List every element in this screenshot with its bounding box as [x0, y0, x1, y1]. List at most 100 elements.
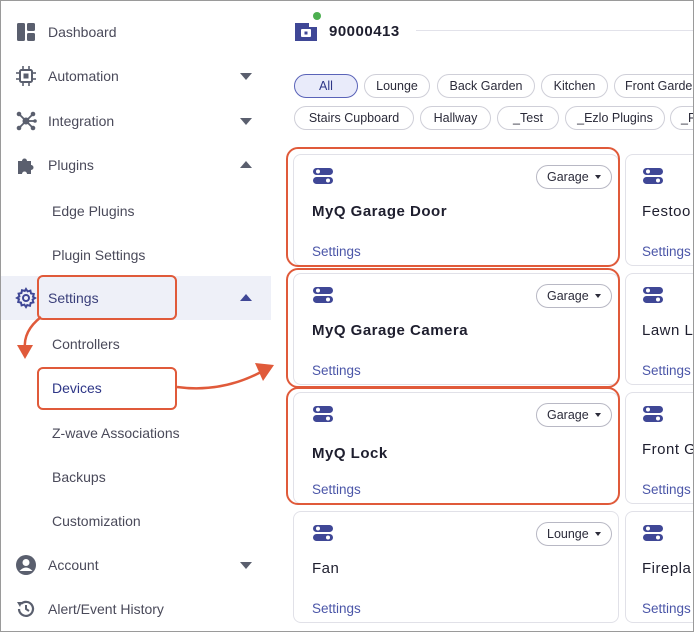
sidebar-item-label: Dashboard	[48, 24, 117, 40]
device-name: MyQ Garage Door	[312, 203, 448, 220]
switch-device-icon	[313, 287, 333, 303]
sidebar-item-label: Integration	[48, 113, 115, 129]
sidebar-item-automation[interactable]: Automation	[1, 54, 271, 98]
switch-device-icon	[643, 406, 663, 422]
device-card-myq-garage-camera[interactable]: Garage MyQ Garage Camera Settings	[293, 273, 619, 385]
chevron-down-icon[interactable]	[239, 560, 253, 570]
sidebar-item-label: Plugin Settings	[52, 247, 146, 263]
room-dropdown[interactable]: Garage	[536, 403, 612, 427]
sidebar-item-account[interactable]: Account	[1, 543, 271, 587]
sidebar-item-alert-event-history[interactable]: Alert/Event History	[1, 587, 271, 631]
sidebar-item-backups[interactable]: Backups	[1, 457, 271, 497]
filter-chip-ezlo-plugins[interactable]: _Ezlo Plugins	[565, 106, 665, 130]
room-label: Garage	[547, 170, 589, 184]
sidebar-item-customization[interactable]: Customization	[1, 501, 271, 541]
switch-device-icon	[643, 168, 663, 184]
sidebar-item-settings[interactable]: Settings	[1, 276, 271, 320]
sidebar-item-label: Plugins	[48, 157, 94, 173]
device-card-fan[interactable]: Lounge Fan Settings	[293, 511, 619, 623]
device-name: Fan	[312, 560, 340, 577]
room-label: Garage	[547, 408, 589, 422]
device-name: MyQ Garage Camera	[312, 322, 469, 339]
sidebar-item-label: Alert/Event History	[48, 601, 164, 617]
sidebar-item-label: Z-wave Associations	[52, 425, 180, 441]
room-label: Garage	[547, 289, 589, 303]
sidebar: Dashboard Automation Integration Plugins…	[1, 1, 273, 631]
filter-chip-back-garden[interactable]: Back Garden	[437, 74, 535, 98]
chevron-down-icon[interactable]	[239, 116, 253, 126]
filter-chip-hallway[interactable]: Hallway	[420, 106, 491, 130]
device-card-partial[interactable]: Lawn L Settings	[625, 273, 694, 385]
caret-down-icon	[594, 294, 601, 298]
chip-label: Front Garde	[625, 79, 693, 93]
integration-icon	[15, 110, 37, 132]
device-card-partial[interactable]: Festoo Settings	[625, 154, 693, 266]
header-divider	[416, 30, 693, 31]
filter-chip-p[interactable]: _P	[670, 106, 693, 130]
device-card-partial[interactable]: Front G Settings	[625, 392, 694, 504]
filter-chip-front-garden[interactable]: Front Garde	[614, 74, 693, 98]
device-settings-link[interactable]: Settings	[642, 363, 691, 378]
sidebar-item-label: Settings	[48, 290, 99, 306]
caret-down-icon	[594, 532, 601, 536]
room-dropdown[interactable]: Garage	[536, 284, 612, 308]
controller-icon	[295, 23, 317, 41]
device-card-myq-lock[interactable]: Garage MyQ Lock Settings	[293, 392, 619, 504]
sidebar-item-label: Customization	[52, 513, 141, 529]
device-settings-link[interactable]: Settings	[312, 482, 361, 497]
chip-label: Back Garden	[449, 79, 523, 93]
dashboard-icon	[15, 21, 37, 43]
device-name: Lawn L	[642, 322, 694, 339]
filter-chip-all[interactable]: All	[294, 74, 358, 98]
device-name: Front G	[642, 441, 694, 458]
device-name: MyQ Lock	[312, 445, 388, 462]
sidebar-item-z-wave-associations[interactable]: Z-wave Associations	[1, 413, 271, 453]
sidebar-item-label: Controllers	[52, 336, 120, 352]
device-settings-link[interactable]: Settings	[642, 482, 691, 497]
chip-label: Lounge	[376, 79, 418, 93]
filter-chip-stairs-cupboard[interactable]: Stairs Cupboard	[294, 106, 414, 130]
chevron-up-icon[interactable]	[239, 293, 253, 303]
chip-label: _Ezlo Plugins	[577, 111, 653, 125]
device-settings-link[interactable]: Settings	[312, 244, 361, 259]
chevron-down-icon[interactable]	[239, 71, 253, 81]
sidebar-item-devices[interactable]: Devices	[1, 368, 271, 408]
device-name: Festoo	[642, 203, 691, 220]
room-dropdown[interactable]: Lounge	[536, 522, 612, 546]
device-settings-link[interactable]: Settings	[312, 601, 361, 616]
sidebar-item-plugin-settings[interactable]: Plugin Settings	[1, 235, 271, 275]
puzzle-icon	[15, 154, 37, 176]
switch-device-icon	[643, 525, 663, 541]
history-icon	[15, 598, 37, 620]
sidebar-item-label: Automation	[48, 68, 119, 84]
switch-device-icon	[643, 287, 663, 303]
chip-label: Kitchen	[553, 79, 596, 93]
chevron-up-icon[interactable]	[239, 160, 253, 170]
filter-chip-test[interactable]: _Test	[497, 106, 559, 130]
sidebar-item-controllers[interactable]: Controllers	[1, 324, 271, 364]
user-icon	[15, 554, 37, 576]
controller-id: 90000413	[329, 23, 400, 40]
filter-chip-lounge[interactable]: Lounge	[364, 74, 430, 98]
sidebar-item-plugins[interactable]: Plugins	[1, 143, 271, 187]
switch-device-icon	[313, 525, 333, 541]
gear-icon	[15, 287, 37, 309]
sidebar-item-edge-plugins[interactable]: Edge Plugins	[1, 191, 271, 231]
device-settings-link[interactable]: Settings	[642, 244, 691, 259]
caret-down-icon	[594, 413, 601, 417]
room-dropdown[interactable]: Garage	[536, 165, 612, 189]
sidebar-item-dashboard[interactable]: Dashboard	[1, 10, 271, 54]
device-card-partial[interactable]: Firepla Settings	[625, 511, 693, 623]
automation-icon	[15, 65, 37, 87]
filter-chip-kitchen[interactable]: Kitchen	[541, 74, 608, 98]
switch-device-icon	[313, 168, 333, 184]
chip-label: _Test	[513, 111, 543, 125]
device-settings-link[interactable]: Settings	[642, 601, 691, 616]
device-settings-link[interactable]: Settings	[312, 363, 361, 378]
device-name: Firepla	[642, 560, 692, 577]
status-dot	[313, 12, 321, 20]
switch-device-icon	[313, 406, 333, 422]
app-window: Dashboard Automation Integration Plugins…	[0, 0, 694, 632]
device-card-myq-garage-door[interactable]: Garage MyQ Garage Door Settings	[293, 154, 619, 266]
sidebar-item-integration[interactable]: Integration	[1, 99, 271, 143]
